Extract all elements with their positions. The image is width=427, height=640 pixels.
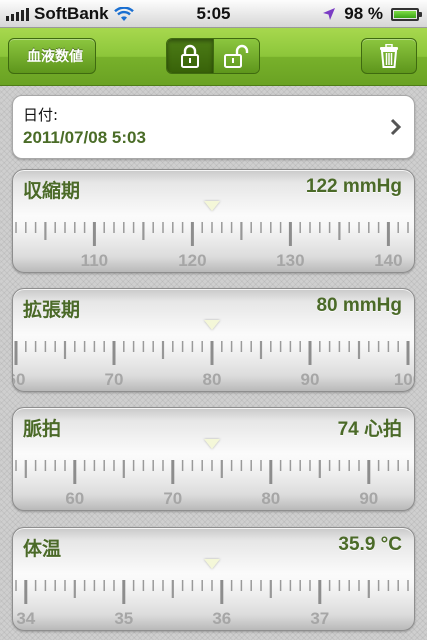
battery-icon [391,7,422,21]
ruler-tick-label: 70 [105,370,124,389]
ruler-tick-label: 60 [13,370,25,389]
pulse-panel[interactable]: 脈拍 74 心拍 60 70 80 90 [12,407,415,511]
systolic-ruler[interactable]: 110 120 130 140 [13,170,415,273]
status-bar: SoftBank 5:05 98 % [0,0,427,28]
ruler-tick-label: 36 [212,609,231,628]
trash-button[interactable] [361,38,417,74]
ruler-tick-label: 80 [203,370,222,389]
temperature-panel[interactable]: 体温 35.9 °C 34 35 36 37 [12,527,415,631]
ruler-tick-label: 70 [163,489,182,508]
pulse-ruler[interactable]: 60 70 80 90 [13,408,415,511]
ruler-tick-label: 90 [359,489,378,508]
ruler-tick-label: 120 [178,251,206,270]
ruler-tick-label: 34 [16,609,35,628]
lock-segmented-control[interactable] [166,38,260,74]
diastolic-panel[interactable]: 拡張期 80 mmHg 60708090100 [12,288,415,392]
systolic-panel[interactable]: 収縮期 122 mmHg 110 120 130 140 [12,169,415,273]
battery-percent: 98 % [344,4,383,23]
lock-button[interactable] [167,39,214,73]
back-button[interactable]: 血液数値 [8,38,96,74]
lock-open-icon [224,44,249,68]
date-row[interactable]: 日付: 2011/07/08 5:03 [12,95,415,159]
date-label: 日付: [23,106,59,124]
ruler-tick-label: 80 [261,489,280,508]
ruler-tick-label: 35 [114,609,133,628]
status-right: 98 % [322,4,422,24]
ruler-tick-label: 37 [310,609,329,628]
date-value: 2011/07/08 5:03 [23,128,146,147]
diastolic-ruler[interactable]: 60 70 80 90 100 [13,289,415,392]
location-arrow-icon [323,8,336,20]
lock-closed-icon [180,44,199,68]
navigation-bar: 血液数値 [0,28,427,86]
chevron-right-icon [390,118,402,136]
temperature-ruler[interactable]: 34 35 36 37 [13,528,415,631]
ruler-tick-label: 100 [394,370,415,389]
back-button-label: 血液数値 [27,49,83,65]
ruler-tick-label: 110 [81,251,108,270]
battery-level [394,10,416,18]
unlock-button[interactable] [213,39,259,73]
ruler-tick-label: 140 [374,251,402,270]
trash-icon [380,44,398,68]
ruler-tick-label: 130 [276,251,304,270]
ruler-tick-label: 60 [65,489,84,508]
ruler-tick-label: 90 [301,370,320,389]
